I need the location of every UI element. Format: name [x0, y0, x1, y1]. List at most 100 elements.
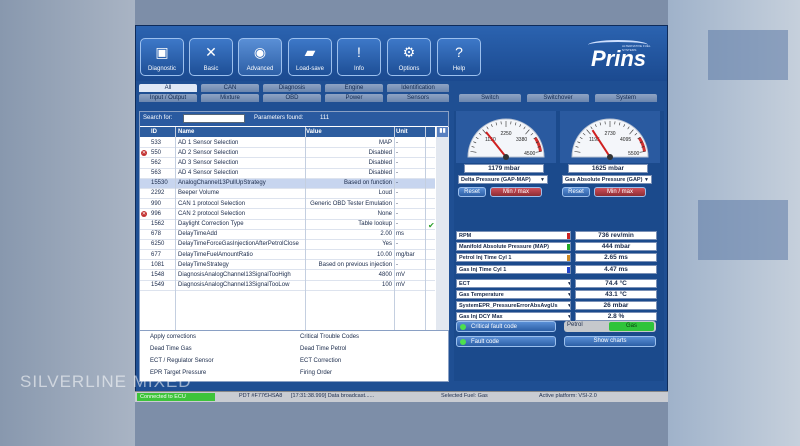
cell-value[interactable]: Generic OBD Tester Emulation [306, 201, 392, 207]
search-bar: Search for: Parameters found: 111 [140, 112, 448, 126]
tab-switch[interactable]: Switch [459, 94, 521, 102]
fuel-switch[interactable]: Petrol Gas [564, 321, 656, 332]
table-row[interactable]: 1549 DiagnosisAnalogChannel13SignalTooLow… [140, 281, 435, 291]
series-color-swatch [567, 266, 570, 273]
cell-unit: - [396, 210, 398, 217]
info-button[interactable]: ! Info [337, 38, 381, 76]
correction-item[interactable]: Dead Time Gas [150, 346, 192, 352]
gauge-2-minmax-button[interactable]: Min / max [594, 187, 646, 197]
gauge-1-select[interactable]: Delta Pressure (GAP-MAP) ▼ [458, 175, 548, 184]
live-param-select[interactable]: Gas Inj Time Cyl 1 [456, 264, 571, 274]
tab-mixture[interactable]: Mixture [201, 94, 259, 102]
gauge-1-minmax-button[interactable]: Min / max [490, 187, 542, 197]
gauge-2-reset-button[interactable]: Reset [562, 187, 590, 197]
live-param-name: Gas Inj DCY Max [459, 314, 503, 321]
cell-value[interactable]: MAP [306, 140, 392, 146]
checkmark-icon: ✔ [428, 221, 435, 230]
correction-item[interactable]: ECT / Regulator Sensor [150, 358, 214, 364]
tab-sensors[interactable]: Sensors [387, 94, 449, 102]
error-icon: ✕ [141, 149, 147, 156]
table-row[interactable]: 677 DelayTimeFuelAmountRatio 10.00 mg/bar [140, 250, 435, 261]
live-param-select[interactable]: Manifold Absolute Pressure (MAP) [456, 242, 571, 252]
diagnostic-button[interactable]: ▣ Diagnostic [140, 38, 184, 76]
gas-pressure-readout: 1625 mbar [568, 164, 648, 173]
tab-switchover[interactable]: Switchover [527, 94, 589, 102]
cell-value[interactable]: 10.00 [306, 252, 392, 258]
header-value[interactable]: Value [306, 129, 322, 135]
button-label: Help [452, 66, 466, 72]
table-row[interactable]: ✕ 996 CAN 2 protocol Selection None - [140, 209, 435, 220]
cell-value[interactable]: Disabled [306, 170, 392, 176]
basic-button[interactable]: ✕ Basic [189, 38, 233, 76]
help-button[interactable]: ? Help [437, 38, 481, 76]
car-wrench-icon: ⚙ [402, 44, 416, 60]
cell-value[interactable]: Disabled [306, 160, 392, 166]
cell-value[interactable]: Disabled [306, 150, 392, 156]
live-param-select[interactable]: Gas Temperature ▼ [456, 290, 571, 299]
table-row[interactable]: 2292 Beeper Volume Loud - [140, 189, 435, 200]
header-id[interactable]: ID [151, 129, 157, 135]
table-row[interactable]: 15530 AnalogChannel13PullUpStrategy Based … [140, 178, 435, 189]
tab-all[interactable]: All [139, 84, 197, 92]
tab-power[interactable]: Power [325, 94, 383, 102]
live-param-select[interactable]: SystemEPR_PressureErrorAbsAvgUs ▼ [456, 301, 571, 311]
cell-value[interactable]: Based on previous injection [306, 262, 392, 268]
monitor-icon: ▣ [155, 44, 169, 60]
table-row[interactable]: 678 DelayTimeAdd 2.00 ms [140, 230, 435, 240]
table-row[interactable]: 562 AD 3 Sensor Selection Disabled - [140, 158, 435, 169]
cell-value[interactable]: Loud [306, 190, 392, 196]
tab-diagnosis[interactable]: Diagnosis [263, 84, 321, 92]
fault-code-button[interactable]: Fault code [456, 336, 556, 347]
tab-engine[interactable]: Engine [325, 84, 383, 92]
cell-value[interactable]: Yes [306, 241, 392, 247]
cell-value[interactable]: 100 [306, 282, 392, 288]
prins-app-window: ▣ Diagnostic ✕ Basic ◉ Advanced ▰ Load-save … [135, 25, 668, 401]
tab-input-output[interactable]: Input / Output [139, 94, 197, 102]
advanced-button[interactable]: ◉ Advanced [238, 38, 282, 76]
cell-value[interactable]: Based on function [306, 180, 392, 186]
search-label: Search for: [143, 115, 173, 121]
cell-id: 996 [151, 210, 162, 217]
table-row[interactable]: 6250 DelayTimeForceGasInjectionAfterPetro… [140, 240, 435, 251]
header-unit[interactable]: Unit [396, 129, 408, 135]
table-row[interactable]: 990 CAN 1 protocol Selection Generic OBD T… [140, 199, 435, 210]
tab-obd[interactable]: OBD [263, 94, 321, 102]
options-button[interactable]: ⚙ Options [387, 38, 431, 76]
live-param-value: 43.1 °C [575, 290, 657, 299]
live-param-select[interactable]: Petrol Inj Time Cyl 1 [456, 253, 571, 263]
correction-item[interactable]: Apply corrections [150, 334, 196, 340]
correction-item[interactable]: Critical Trouble Codes [300, 334, 359, 340]
tab-system[interactable]: System [595, 94, 657, 102]
table-row[interactable]: 1562 Daylight Correction Type Table lookup… [140, 220, 435, 230]
cell-value[interactable]: Table lookup [306, 221, 392, 227]
chevron-down-icon: ▼ [540, 177, 545, 183]
cell-value[interactable]: 2.00 [306, 231, 392, 237]
table-row[interactable]: 563 AD 4 Sensor Selection Disabled - [140, 169, 435, 179]
live-param-select[interactable]: ECT ▼ [456, 278, 571, 288]
load-save-button[interactable]: ▰ Load-save [288, 38, 332, 76]
search-input[interactable] [183, 114, 245, 123]
correction-item[interactable]: Firing Order [300, 370, 332, 376]
header-name[interactable]: Name [178, 129, 194, 135]
gauge-2-select[interactable]: Gas Absolute Pressure (GAP) ▼ [562, 175, 652, 184]
live-param-name: Gas Inj Time Cyl 1 [459, 266, 507, 273]
correction-item[interactable]: ECT Correction [300, 358, 341, 364]
table-row[interactable]: 1081 DelayTimeStrategy Based on previous i… [140, 260, 435, 271]
cell-value[interactable]: 4800 [306, 272, 392, 278]
critical-fault-code-button[interactable]: Critical fault code [456, 321, 556, 332]
cell-name: DelayTimeStrategy [178, 261, 229, 268]
correction-item[interactable]: Dead Time Petrol [300, 346, 346, 352]
cell-id: 533 [151, 139, 162, 146]
show-charts-button[interactable]: Show charts [564, 336, 656, 347]
cell-unit: - [396, 241, 398, 248]
cell-value[interactable]: None [306, 211, 392, 217]
table-row[interactable]: ✕ 550 AD 2 Sensor Selection Disabled - [140, 148, 435, 159]
scrollbar-thumb[interactable]: ▮▮ [437, 127, 448, 137]
gauge-1-reset-button[interactable]: Reset [458, 187, 486, 197]
table-row[interactable]: 533 AD 1 Sensor Selection MAP - [140, 138, 435, 149]
live-param-select[interactable]: RPM [456, 231, 571, 240]
cell-name: AD 4 Sensor Selection [178, 170, 239, 177]
tab-can[interactable]: CAN [201, 84, 259, 92]
tab-identification[interactable]: Identification [387, 84, 449, 92]
table-row[interactable]: 1548 DiagnosisAnalogChannel13SignalTooHig… [140, 270, 435, 281]
